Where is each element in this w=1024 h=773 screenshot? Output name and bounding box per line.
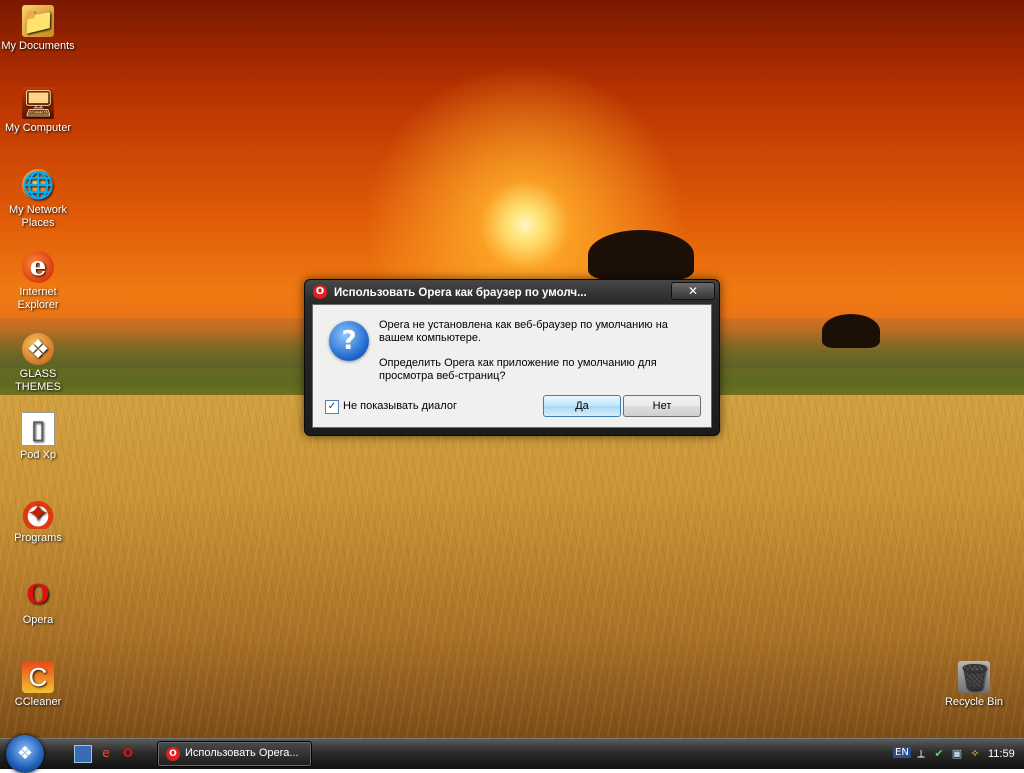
ccleaner-icon: C [22, 661, 54, 693]
programs-icon: ✦ [22, 497, 54, 529]
taskbar: ❖ e O O Использовать Opera... EN ⟂ ✔ ▣ ✧… [0, 735, 1024, 773]
opera-title-icon: O [313, 285, 327, 299]
start-button[interactable]: ❖ [6, 735, 44, 773]
clock[interactable]: 11:59 [988, 748, 1015, 760]
dialog-message-line-3: Определить Opera как приложение по умолч… [379, 357, 657, 369]
taskbar-opera-dialog-button[interactable]: O Использовать Opera... [157, 741, 312, 767]
wallpaper-wheat-field [0, 395, 1024, 740]
dialog-title: Использовать Opera как браузер по умолч.… [334, 287, 587, 299]
desktop-icon-label: My Network Places [8, 204, 68, 229]
wallpaper-tree [588, 230, 694, 280]
desktop-icon-label: My Computer [4, 122, 72, 134]
dialog-client-area: ? Opera не установлена как веб-браузер п… [312, 304, 712, 428]
dialog-message-line-2: вашем компьютере. [379, 332, 482, 344]
desktop-icon-recycle-bin[interactable]: 🗑 Recycle Bin [936, 661, 1012, 709]
tray-display-icon[interactable]: ▣ [950, 747, 964, 761]
recycle-bin-icon: 🗑 [958, 661, 992, 693]
dont-show-dialog-checkbox[interactable]: ✓ [325, 400, 339, 414]
close-icon: ✕ [687, 284, 699, 298]
network-icon: 🌐 [22, 169, 55, 201]
tray-network-icon[interactable]: ⟂ [914, 747, 928, 761]
desktop-icon-label: My Documents [1, 40, 75, 52]
desktop-icon-glass-themes[interactable]: ❖ GLASS THEMES [0, 333, 76, 394]
wallpaper-tree-small [822, 314, 880, 348]
folder-documents-icon: 📁 [22, 5, 55, 37]
glass-themes-icon: ❖ [22, 333, 54, 365]
desktop-icon-opera[interactable]: O Opera [0, 579, 76, 627]
taskbar-button-label: Использовать Opera... [185, 747, 299, 759]
opera-icon: O [26, 580, 50, 610]
dialog-message-line-4: просмотра веб-страниц? [379, 370, 506, 382]
tray-security-icon[interactable]: ✔ [932, 747, 946, 761]
language-indicator[interactable]: EN [893, 747, 911, 758]
opera-icon: O [166, 747, 180, 761]
yes-button[interactable]: Да [543, 395, 621, 417]
computer-icon: 🖥 [22, 87, 56, 119]
dialog-close-button[interactable]: ✕ [671, 282, 715, 300]
desktop-icon-label: Internet Explorer [17, 286, 59, 311]
desktop-icon-label: Pod Xp [19, 449, 57, 461]
internet-explorer-quicklaunch-icon[interactable]: e [98, 745, 114, 761]
question-icon: ? [329, 321, 369, 361]
opera-quicklaunch-icon[interactable]: O [120, 745, 136, 761]
desktop-icon-label: Opera [22, 614, 54, 626]
desktop-icon-label: CCleaner [14, 696, 62, 708]
desktop-icon-pod-xp[interactable]: ▯ Pod Xp [0, 412, 76, 462]
desktop-icon-internet-explorer[interactable]: e Internet Explorer [0, 251, 76, 312]
dialog-message-line-1: Opera не установлена как веб-браузер по … [379, 319, 668, 331]
dont-show-dialog-label[interactable]: Не показывать диалог [343, 400, 457, 412]
system-tray: EN ⟂ ✔ ▣ ✧ 11:59 [890, 742, 1022, 766]
desktop-icon-my-network-places[interactable]: 🌐 My Network Places [0, 169, 76, 230]
default-browser-dialog: O Использовать Opera как браузер по умол… [304, 279, 720, 436]
internet-explorer-icon: e [22, 251, 54, 283]
desktop-icon-ccleaner[interactable]: C CCleaner [0, 661, 76, 709]
no-button[interactable]: Нет [623, 395, 701, 417]
pod-xp-icon: ▯ [21, 412, 55, 446]
show-desktop-icon[interactable] [74, 745, 92, 763]
desktop-icon-label: Programs [14, 532, 62, 544]
desktop-icon-label: GLASS THEMES [15, 368, 61, 393]
desktop-icon-my-documents[interactable]: 📁 My Documents [0, 5, 76, 53]
desktop-icon-programs[interactable]: ✦ Programs [0, 497, 76, 545]
tray-wand-icon[interactable]: ✧ [968, 747, 982, 761]
desktop-icon-label: Recycle Bin [944, 696, 1004, 708]
windows-logo-icon: ❖ [16, 743, 34, 764]
desktop-icon-my-computer[interactable]: 🖥 My Computer [0, 87, 76, 135]
